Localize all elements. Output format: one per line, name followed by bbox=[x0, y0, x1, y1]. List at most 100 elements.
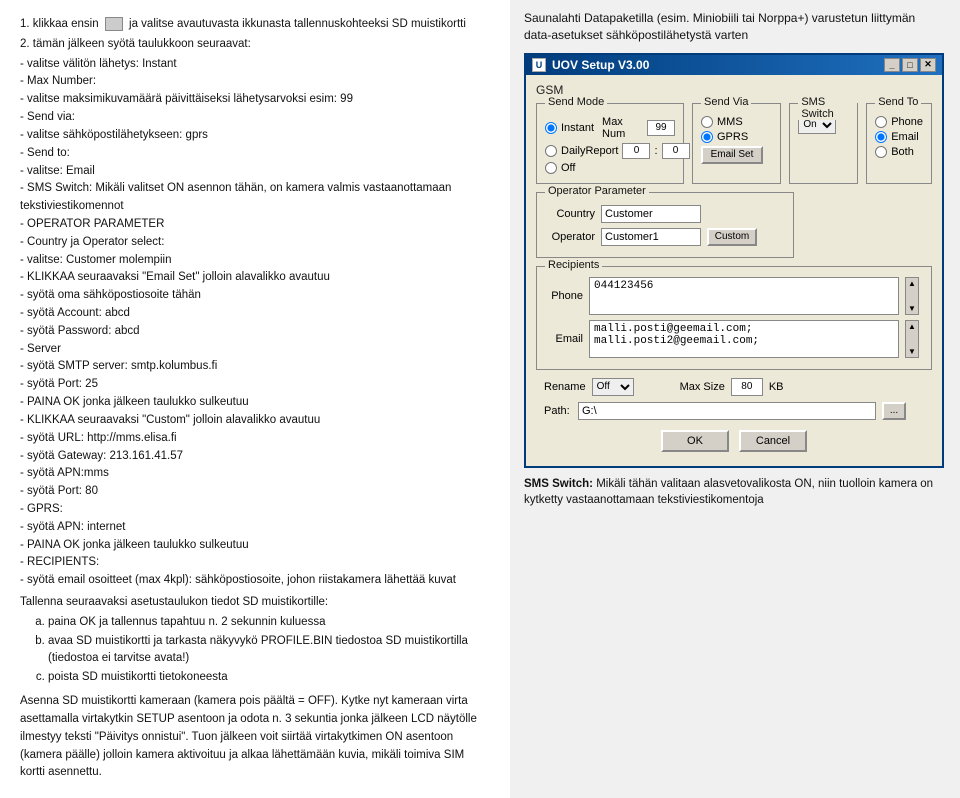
dailyreport-row: DailyReport : bbox=[545, 143, 675, 159]
item-send-mode: - valitse välitön lähetys: Instant bbox=[20, 56, 490, 74]
country-row: Country bbox=[545, 205, 785, 223]
step2-items: - valitse välitön lähetys: Instant - Max… bbox=[20, 56, 490, 590]
daily-input1[interactable] bbox=[622, 143, 650, 159]
intro-line: 1. klikkaa ensin Saunalahti Datapaketill… bbox=[20, 16, 490, 34]
both-radio[interactable] bbox=[875, 146, 887, 158]
kb-label: KB bbox=[769, 381, 784, 393]
max-num-label: Max Num bbox=[602, 116, 643, 140]
scroll-up2[interactable]: ▲ bbox=[908, 322, 916, 331]
left-panel: 1. klikkaa ensin Saunalahti Datapaketill… bbox=[0, 0, 510, 798]
item-ok1: - PAINA OK jonka jälkeen taulukko sulkeu… bbox=[20, 394, 490, 412]
item-sms-switch: - SMS Switch: Mikäli valitset ON asennon… bbox=[20, 180, 490, 216]
instant-label: Instant bbox=[561, 122, 594, 134]
send-via-title: Send Via bbox=[701, 96, 751, 108]
email-recip-label: Email bbox=[545, 333, 583, 345]
daily-label: DailyReport bbox=[561, 145, 618, 157]
step1-text: 1. klikkaa ensin bbox=[20, 18, 102, 30]
tallenna-title: Tallenna seuraavaksi asetustaulukon tied… bbox=[20, 594, 490, 612]
custom-button[interactable]: Custom bbox=[707, 228, 757, 246]
header-line2: data-asetukset sähköpostilähetystä varte… bbox=[524, 28, 748, 42]
item-port80: - syötä Port: 80 bbox=[20, 483, 490, 501]
item-max-val: - valitse maksimikuvamäärä päivittäiseks… bbox=[20, 91, 490, 109]
email-label: Email bbox=[891, 131, 919, 143]
country-label: Country bbox=[545, 208, 595, 220]
send-mode-content: Instant Max Num DailyReport : bbox=[537, 104, 683, 183]
asenna-para: Asenna SD muistikortti kameraan (kamera … bbox=[20, 693, 490, 782]
send-via-group: Send Via MMS GPRS Email Set bbox=[692, 103, 781, 184]
path-row: Path: ... bbox=[536, 402, 932, 420]
cancel-button[interactable]: Cancel bbox=[739, 430, 807, 452]
minimize-button[interactable]: _ bbox=[884, 58, 900, 72]
mms-row: MMS bbox=[701, 116, 772, 128]
item-max-num: - Max Number: bbox=[20, 73, 490, 91]
operator-group: Operator Parameter Country Operator Cust… bbox=[536, 192, 794, 258]
phone-radio[interactable] bbox=[875, 116, 887, 128]
emailset-row: Email Set bbox=[701, 146, 772, 164]
item-country: - Country ja Operator select: bbox=[20, 234, 490, 252]
item-recip: - RECIPIENTS: bbox=[20, 554, 490, 572]
item-gateway: - syötä Gateway: 213.161.41.57 bbox=[20, 448, 490, 466]
instant-radio[interactable] bbox=[545, 122, 557, 134]
path-label: Path: bbox=[544, 405, 572, 417]
mms-label: MMS bbox=[717, 116, 743, 128]
recipients-title: Recipients bbox=[545, 259, 602, 271]
send-to-content: Phone Email Both bbox=[867, 104, 931, 167]
off-radio[interactable] bbox=[545, 162, 557, 174]
maximize-button[interactable]: □ bbox=[902, 58, 918, 72]
gprs-label: GPRS bbox=[717, 131, 748, 143]
sms-switch-title: SMS Switch bbox=[798, 96, 857, 120]
top-groups-row: Send Mode Instant Max Num DailyReport bbox=[536, 103, 932, 184]
scroll-up[interactable]: ▲ bbox=[908, 279, 916, 288]
item-gprs2: - GPRS: bbox=[20, 501, 490, 519]
country-input[interactable] bbox=[601, 205, 701, 223]
daily-input2[interactable] bbox=[662, 143, 690, 159]
uov-titlebar: U UOV Setup V3.00 _ □ ✕ bbox=[526, 55, 942, 75]
gprs-row: GPRS bbox=[701, 131, 772, 143]
tallenna-item-c: poista SD muistikortti tietokoneesta bbox=[48, 669, 490, 687]
right-panel: Saunalahti Datapaketilla (esim. Miniobii… bbox=[510, 0, 960, 798]
item-password: - syötä Password: abcd bbox=[20, 323, 490, 341]
phone-recip-input[interactable]: 044123456 bbox=[589, 277, 899, 315]
path-browse-button[interactable]: ... bbox=[882, 402, 906, 420]
both-label: Both bbox=[891, 146, 914, 158]
mms-radio[interactable] bbox=[701, 116, 713, 128]
email-scrollbar: ▲ ▼ bbox=[905, 320, 919, 358]
email-recip-input[interactable]: malli.posti@geemail.com; malli.posti2@ge… bbox=[589, 320, 899, 358]
email-radio[interactable] bbox=[875, 131, 887, 143]
item-operator: - OPERATOR PARAMETER bbox=[20, 216, 490, 234]
ok-button[interactable]: OK bbox=[661, 430, 729, 452]
tallenna-item-a: paina OK ja tallennus tapahtuu n. 2 seku… bbox=[48, 614, 490, 632]
maxsize-input[interactable] bbox=[731, 378, 763, 396]
step1-cont: ja valitse avautuvasta ikkunasta tallenn… bbox=[129, 18, 466, 30]
right-header: Saunalahti Datapaketilla (esim. Miniobii… bbox=[524, 10, 946, 45]
instant-row: Instant Max Num bbox=[545, 116, 675, 140]
item-account: - syötä Account: abcd bbox=[20, 305, 490, 323]
rename-row: Rename Off On Max Size KB bbox=[536, 378, 932, 396]
tallenna-list: paina OK ja tallennus tapahtuu n. 2 seku… bbox=[48, 614, 490, 687]
titlebar-buttons: _ □ ✕ bbox=[884, 58, 936, 72]
app-icon: U bbox=[532, 58, 546, 72]
send-to-title: Send To bbox=[875, 96, 921, 108]
phone-scrollbar: ▲ ▼ bbox=[905, 277, 919, 315]
daily-radio[interactable] bbox=[545, 145, 557, 157]
max-num-input[interactable] bbox=[647, 120, 675, 136]
item-send-via: - Send via: bbox=[20, 109, 490, 127]
operator-content: Country Operator Custom bbox=[537, 193, 793, 257]
recipients-group: Recipients Phone 044123456 ▲ ▼ Email mal… bbox=[536, 266, 932, 370]
step2-title: 2. tämän jälkeen syötä taulukkoon seuraa… bbox=[20, 36, 490, 54]
email-recip-row: Email malli.posti@geemail.com; malli.pos… bbox=[545, 320, 923, 358]
item-email: - valitse: Email bbox=[20, 163, 490, 181]
path-input[interactable] bbox=[578, 402, 876, 420]
operator-row: Operator Custom bbox=[545, 228, 785, 246]
email-set-button[interactable]: Email Set bbox=[701, 146, 763, 164]
gprs-radio[interactable] bbox=[701, 131, 713, 143]
close-button[interactable]: ✕ bbox=[920, 58, 936, 72]
item-send-to: - Send to: bbox=[20, 145, 490, 163]
rename-select[interactable]: Off On bbox=[592, 378, 634, 396]
phone-label: Phone bbox=[891, 116, 923, 128]
titlebar-left: U UOV Setup V3.00 bbox=[532, 58, 649, 72]
scroll-down2[interactable]: ▼ bbox=[908, 347, 916, 356]
scroll-down[interactable]: ▼ bbox=[908, 304, 916, 313]
operator-input[interactable] bbox=[601, 228, 701, 246]
phone-recip-row: Phone 044123456 ▲ ▼ bbox=[545, 277, 923, 315]
